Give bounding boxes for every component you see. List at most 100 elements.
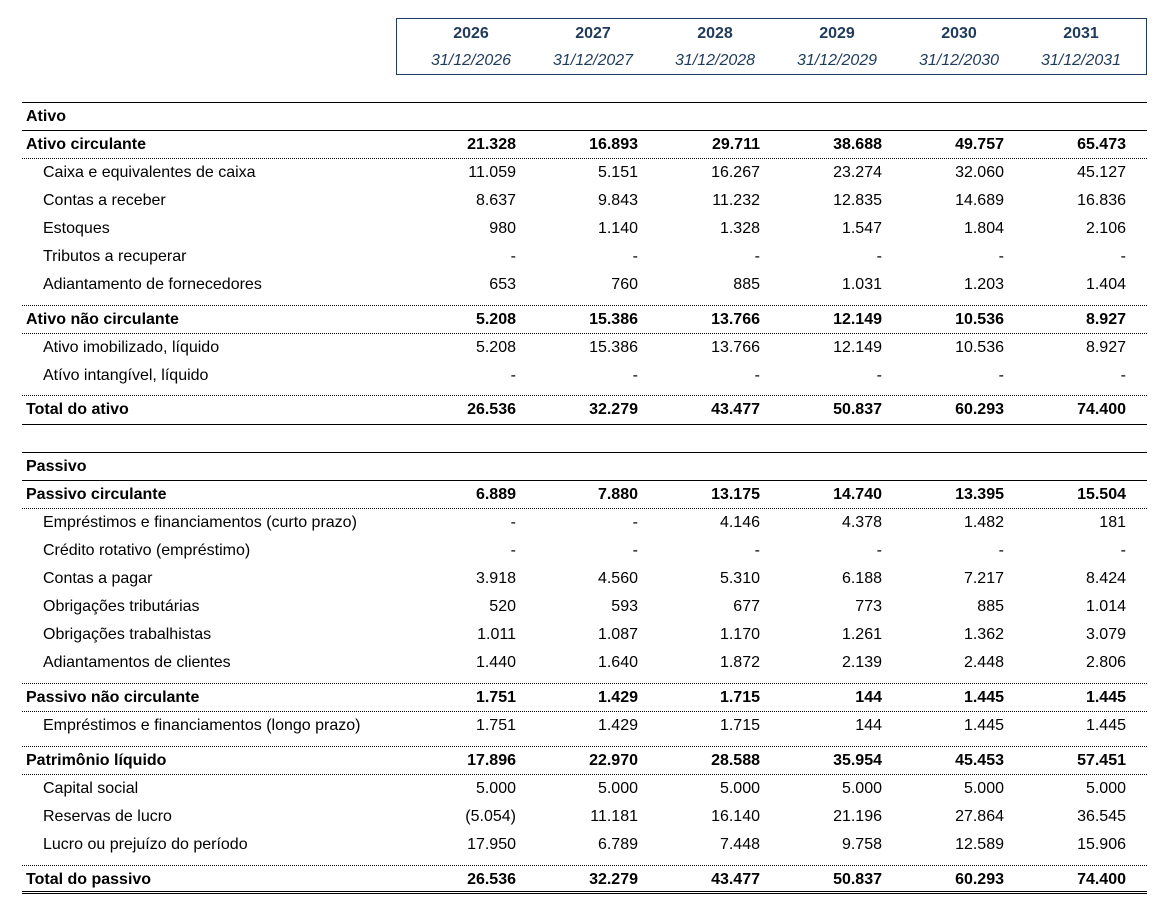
row-label: Ativo imobilizado, líquido (43, 339, 220, 356)
table-row: Capital social 5.000 5.000 5.000 5.000 5.000 5… (22, 775, 1147, 803)
row-label: Passivo não circulante (26, 689, 200, 706)
row-label: Empréstimos e financiamentos (longo praz… (43, 717, 361, 734)
cell-value: 1.140 (597, 220, 638, 237)
cell-value: 26.536 (467, 871, 516, 888)
cell-value: 21.196 (833, 808, 882, 825)
subtotal-row: Patrimônio líquido 17.896 22.970 28.588 35.9… (22, 747, 1147, 775)
cell-value: - (876, 542, 882, 559)
cell-value: 22.970 (589, 752, 638, 769)
cell-value: 5.000 (597, 780, 638, 797)
row-label: Atívo intangível, líquido (43, 367, 209, 384)
table-row: Ativo imobilizado, líquido 5.208 15.386 13.… (22, 334, 1147, 362)
cell-value: - (998, 248, 1004, 265)
row-label: Total do passivo (26, 871, 152, 888)
row-label: Capital social (43, 780, 139, 797)
cell-value: 760 (611, 276, 638, 293)
cell-value: 1.715 (719, 717, 760, 734)
year-header-2028: 2028 (697, 25, 733, 42)
cell-value: 5.000 (475, 780, 516, 797)
cell-value: 60.293 (955, 401, 1004, 418)
cell-value: 32.060 (955, 164, 1004, 181)
cell-value: 7.217 (963, 570, 1004, 587)
cell-value: 1.429 (597, 717, 638, 734)
cell-value: 9.758 (841, 836, 882, 853)
cell-value: - (510, 514, 516, 531)
cell-value: 4.378 (841, 514, 882, 531)
cell-value: 32.279 (589, 401, 638, 418)
year-header-2031: 2031 (1063, 25, 1099, 42)
cell-value: - (632, 542, 638, 559)
row-label: Estoques (43, 220, 110, 237)
cell-value: 11.181 (590, 808, 638, 825)
cell-value: 1.031 (841, 276, 882, 293)
cell-value: 773 (855, 598, 882, 615)
cell-value: 26.536 (467, 401, 516, 418)
cell-value: 16.267 (711, 164, 760, 181)
cell-value: 10.536 (955, 311, 1004, 328)
cell-value: 57.451 (1077, 752, 1126, 769)
subtotal-row: Ativo não circulante 5.208 15.386 13.766 12.… (22, 306, 1147, 334)
cell-value: 14.740 (833, 486, 882, 503)
cell-value: 8.424 (1085, 570, 1126, 587)
cell-value: 74.400 (1077, 871, 1126, 888)
cell-value: 885 (977, 598, 1004, 615)
cell-value: - (632, 248, 638, 265)
row-label: Ativo (26, 108, 66, 125)
row-label: Obrigações trabalhistas (43, 626, 212, 643)
row-label: Patrimônio líquido (26, 752, 167, 769)
cell-value: 11.232 (712, 192, 760, 209)
row-divider (22, 424, 1147, 425)
section-header: Passivo (22, 453, 1147, 481)
cell-value: 12.149 (833, 339, 882, 356)
cell-value: 45.453 (955, 752, 1004, 769)
cell-value: 653 (489, 276, 516, 293)
subtotal-row: Ativo circulante 21.328 16.893 29.711 38.688… (22, 131, 1147, 159)
cell-value: (5.054) (465, 808, 516, 825)
cell-value: - (1120, 248, 1126, 265)
year-header-2029: 2029 (819, 25, 855, 42)
date-header-2026: 31/12/2026 (430, 52, 512, 69)
table-row: Empréstimos e financiamentos (longo praz… (22, 712, 1147, 740)
cell-value: 6.789 (597, 836, 638, 853)
cell-value: 1.751 (475, 689, 516, 706)
cell-value: 15.386 (589, 311, 638, 328)
cell-value: 5.000 (1085, 780, 1126, 797)
cell-value: 6.889 (475, 486, 516, 503)
cell-value: 1.261 (841, 626, 882, 643)
cell-value: 1.011 (477, 626, 516, 643)
cell-value: 17.896 (467, 752, 516, 769)
cell-value: - (632, 514, 638, 531)
cell-value: 12.149 (833, 311, 882, 328)
cell-value: 1.640 (597, 654, 638, 671)
cell-value: 7.880 (597, 486, 638, 503)
cell-value: 43.477 (711, 871, 760, 888)
cell-value: 8.927 (1085, 339, 1126, 356)
cell-value: - (510, 248, 516, 265)
cell-value: 15.386 (589, 339, 638, 356)
cell-value: 12.835 (833, 192, 882, 209)
table-row: Obrigações tributárias 520 593 677 773 885 1.0… (22, 593, 1147, 621)
cell-value: 11.059 (468, 164, 516, 181)
cell-value: 10.536 (955, 339, 1004, 356)
row-label: Adiantamentos de clientes (43, 654, 231, 671)
cell-value: - (632, 367, 638, 384)
cell-value: 13.766 (711, 339, 760, 356)
cell-value: 16.893 (589, 136, 638, 153)
cell-value: 677 (733, 598, 760, 615)
table-row: Obrigações trabalhistas 1.011 1.087 1.170 1.… (22, 621, 1147, 649)
cell-value: - (876, 248, 882, 265)
cell-value: 50.837 (833, 871, 882, 888)
cell-value: 14.689 (955, 192, 1004, 209)
subtotal-row: Passivo não circulante 1.751 1.429 1.715 144… (22, 684, 1147, 712)
date-header-2028: 31/12/2028 (674, 52, 756, 69)
row-label: Tributos a recuperar (43, 248, 187, 265)
cell-value: 8.637 (475, 192, 516, 209)
cell-value: 1.328 (719, 220, 760, 237)
cell-value: 2.448 (963, 654, 1004, 671)
cell-value: 7.448 (719, 836, 760, 853)
cell-value: 5.000 (719, 780, 760, 797)
row-label: Reservas de lucro (43, 808, 172, 825)
cell-value: 5.000 (963, 780, 1004, 797)
cell-value: 1.170 (719, 626, 760, 643)
cell-value: 21.328 (467, 136, 516, 153)
